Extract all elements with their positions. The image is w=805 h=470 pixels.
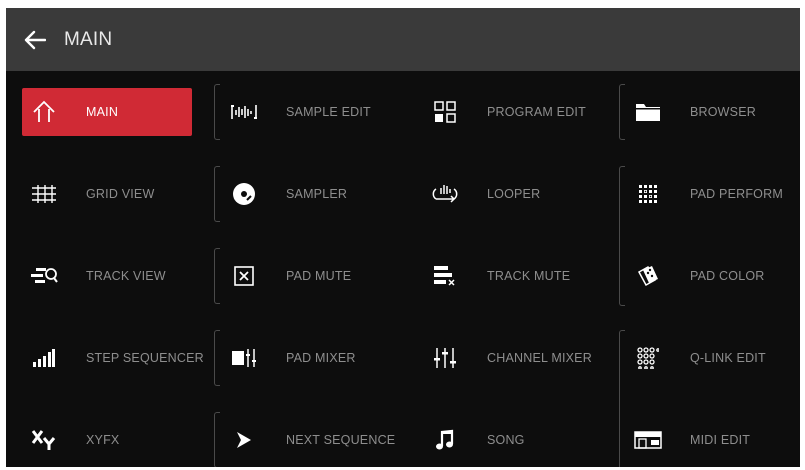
music-note-icon bbox=[429, 424, 461, 456]
menu-item-xyfx[interactable]: XYFX bbox=[22, 416, 192, 464]
menu-item-song[interactable]: SONG bbox=[423, 416, 593, 464]
program-grid-icon bbox=[429, 96, 461, 128]
column-divider bbox=[214, 330, 220, 386]
menu-item-channel-mixer[interactable]: CHANNEL MIXER bbox=[423, 334, 593, 382]
column-divider bbox=[214, 248, 220, 304]
track-view-icon bbox=[28, 260, 60, 292]
next-sequence-icon bbox=[228, 424, 260, 456]
menu-item-midi-edit[interactable]: MIDI EDIT bbox=[626, 416, 796, 464]
grid-view-icon bbox=[28, 178, 60, 210]
page-title: MAIN bbox=[64, 28, 113, 50]
menu-item-pad-perform[interactable]: PAD PERFORM bbox=[626, 170, 796, 218]
track-mute-icon bbox=[429, 260, 461, 292]
menu-item-label: MAIN bbox=[86, 105, 119, 119]
column-divider bbox=[214, 412, 220, 467]
step-sequencer-icon bbox=[28, 342, 60, 374]
midi-edit-icon bbox=[632, 424, 664, 456]
menu-item-label: GRID VIEW bbox=[86, 187, 155, 201]
menu-item-label: SAMPLER bbox=[286, 187, 348, 201]
menu-item-label: BROWSER bbox=[690, 105, 756, 119]
sampler-disc-icon bbox=[228, 178, 260, 210]
column-divider bbox=[214, 166, 220, 222]
menu-item-sampler[interactable]: SAMPLER bbox=[222, 170, 392, 218]
menu-item-label: Q-LINK EDIT bbox=[690, 351, 766, 365]
menu-item-label: PAD COLOR bbox=[690, 269, 765, 283]
menu-item-grid-view[interactable]: GRID VIEW bbox=[22, 170, 192, 218]
menu-item-label: LOOPER bbox=[487, 187, 541, 201]
q-link-icon bbox=[632, 342, 664, 374]
pad-mute-icon bbox=[228, 260, 260, 292]
folder-icon bbox=[632, 96, 664, 128]
column-divider bbox=[619, 330, 625, 467]
menu-item-label: PAD PERFORM bbox=[690, 187, 783, 201]
menu-item-main[interactable]: MAIN bbox=[22, 88, 192, 136]
back-button[interactable] bbox=[6, 8, 64, 71]
menu-item-label: SONG bbox=[487, 433, 525, 447]
column-divider bbox=[619, 84, 625, 140]
menu-item-q-link-edit[interactable]: Q-LINK EDIT bbox=[626, 334, 796, 382]
menu-item-track-mute[interactable]: TRACK MUTE bbox=[423, 252, 593, 300]
menu-item-sample-edit[interactable]: SAMPLE EDIT bbox=[222, 88, 392, 136]
menu-item-pad-mute[interactable]: PAD MUTE bbox=[222, 252, 392, 300]
menu-grid: MAIN SAMPLE EDIT PROGRAM EDIT BROWSER GR… bbox=[22, 84, 798, 467]
column-divider bbox=[619, 166, 625, 306]
menu-item-label: NEXT SEQUENCE bbox=[286, 433, 396, 447]
pad-perform-icon bbox=[632, 178, 664, 210]
menu-item-label: PROGRAM EDIT bbox=[487, 105, 586, 119]
menu-item-label: XYFX bbox=[86, 433, 120, 447]
menu-item-step-sequencer[interactable]: STEP SEQUENCER bbox=[22, 334, 204, 382]
menu-item-label: PAD MUTE bbox=[286, 269, 352, 283]
column-divider bbox=[214, 84, 220, 140]
home-icon bbox=[28, 96, 60, 128]
menu-item-looper[interactable]: LOOPER bbox=[423, 170, 593, 218]
pad-color-icon bbox=[632, 260, 664, 292]
menu-item-pad-mixer[interactable]: PAD MIXER bbox=[222, 334, 392, 382]
menu-item-label: PAD MIXER bbox=[286, 351, 356, 365]
menu-item-track-view[interactable]: TRACK VIEW bbox=[22, 252, 192, 300]
menu-item-browser[interactable]: BROWSER bbox=[626, 88, 796, 136]
menu-item-label: STEP SEQUENCER bbox=[86, 351, 204, 365]
waveform-icon bbox=[228, 96, 260, 128]
menu-item-label: TRACK MUTE bbox=[487, 269, 571, 283]
looper-icon bbox=[429, 178, 461, 210]
menu-item-program-edit[interactable]: PROGRAM EDIT bbox=[423, 88, 593, 136]
menu-item-label: TRACK VIEW bbox=[86, 269, 166, 283]
menu-item-label: MIDI EDIT bbox=[690, 433, 751, 447]
pad-mixer-icon bbox=[228, 342, 260, 374]
menu-item-next-sequence[interactable]: NEXT SEQUENCE bbox=[222, 416, 396, 464]
menu-item-label: SAMPLE EDIT bbox=[286, 105, 371, 119]
arrow-left-icon bbox=[24, 30, 46, 50]
channel-mixer-icon bbox=[429, 342, 461, 374]
xyfx-icon bbox=[28, 424, 60, 456]
menu-item-label: CHANNEL MIXER bbox=[487, 351, 592, 365]
screen: MAIN MAIN SAMPLE EDIT PROGRAM EDIT BROWS… bbox=[6, 8, 800, 467]
header-bar: MAIN bbox=[6, 8, 800, 71]
menu-item-pad-color[interactable]: PAD COLOR bbox=[626, 252, 796, 300]
